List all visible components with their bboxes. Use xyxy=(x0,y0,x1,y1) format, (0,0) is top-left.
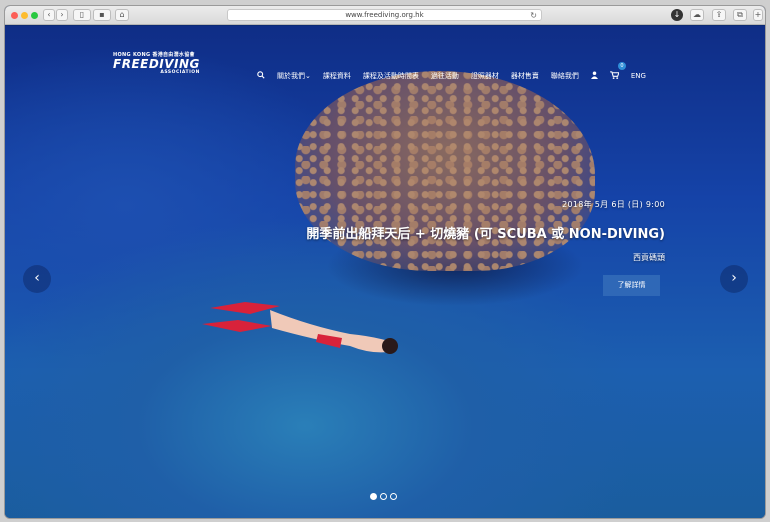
cart-icon[interactable] xyxy=(609,71,620,81)
back-icon[interactable]: ‹ xyxy=(43,9,55,21)
chevron-right-icon: › xyxy=(731,270,737,286)
minimize-window-button[interactable] xyxy=(21,12,28,19)
close-window-button[interactable] xyxy=(11,12,18,19)
slide-date: 2018年 5月 6日 (日) 9:00 xyxy=(562,200,665,209)
tabs-icon[interactable]: ⧉ xyxy=(733,9,747,21)
browser-window: ‹ › ▯ ▪ ⌂ www.freediving.org.hk ↻ ↓ ☁ ⇪ … xyxy=(5,6,765,518)
nav-item-courses[interactable]: 課程資料 xyxy=(323,71,351,81)
slide-location: 西貢碼頭 xyxy=(633,253,665,262)
site-logo[interactable]: HONG KONG 香港自由潛水協會 FREEDIVING ASSOCIATIO… xyxy=(113,51,200,75)
main-nav: 關於我們⌄ 課程資料 課程及活動時間表 過往活動 證照器材 器材售賣 聯絡我們 … xyxy=(257,70,658,82)
slide-dot-3[interactable] xyxy=(390,493,397,500)
nav-label: 關於我們 xyxy=(277,72,305,80)
chevron-down-icon: ⌄ xyxy=(305,72,311,80)
nav-item-equipment[interactable]: 證照器材 xyxy=(471,71,499,81)
logo-line2: FREEDIVING xyxy=(113,57,200,71)
language-switch[interactable]: ENG xyxy=(631,72,646,80)
slide-dot-2[interactable] xyxy=(380,493,387,500)
slide-pagination xyxy=(370,493,400,500)
nav-item-past-events[interactable]: 過往活動 xyxy=(431,71,459,81)
reader-icon[interactable]: ▪ xyxy=(93,9,111,21)
nav-item-contact[interactable]: 聯絡我們 xyxy=(551,71,579,81)
prev-slide-button[interactable]: ‹ xyxy=(23,265,51,293)
zoom-window-button[interactable] xyxy=(31,12,38,19)
nav-item-shop[interactable]: 器材售賣 xyxy=(511,71,539,81)
sidebar-icon[interactable]: ▯ xyxy=(73,9,91,21)
learn-more-button[interactable]: 了解詳情 xyxy=(603,275,660,296)
slide-title: 開季前出船拜天后 + 切燒豬 (可 SCUBA 或 NON-DIVING) xyxy=(306,227,665,242)
nav-item-schedule[interactable]: 課程及活動時間表 xyxy=(363,71,419,81)
home-icon[interactable]: ⌂ xyxy=(115,9,129,21)
chevron-left-icon: ‹ xyxy=(34,270,40,286)
new-tab-icon[interactable]: + xyxy=(753,9,763,21)
next-slide-button[interactable]: › xyxy=(720,265,748,293)
url-text: www.freediving.org.hk xyxy=(345,11,424,19)
forward-icon[interactable]: › xyxy=(56,9,68,21)
download-icon[interactable]: ↓ xyxy=(671,9,683,21)
browser-toolbar: ‹ › ▯ ▪ ⌂ www.freediving.org.hk ↻ ↓ ☁ ⇪ … xyxy=(5,6,765,25)
slide-dot-1[interactable] xyxy=(370,493,377,500)
hero-slider: HONG KONG 香港自由潛水協會 FREEDIVING ASSOCIATIO… xyxy=(5,26,765,518)
cart-count-badge: 0 xyxy=(618,62,626,70)
user-icon[interactable] xyxy=(590,71,598,81)
share-icon[interactable]: ⇪ xyxy=(712,9,726,21)
cloud-icon[interactable]: ☁ xyxy=(690,9,704,21)
reload-icon[interactable]: ↻ xyxy=(530,10,537,21)
address-bar[interactable]: www.freediving.org.hk ↻ xyxy=(227,9,542,21)
freediver-image xyxy=(202,302,398,354)
search-icon[interactable] xyxy=(257,71,265,81)
nav-item-about[interactable]: 關於我們⌄ xyxy=(277,71,311,81)
